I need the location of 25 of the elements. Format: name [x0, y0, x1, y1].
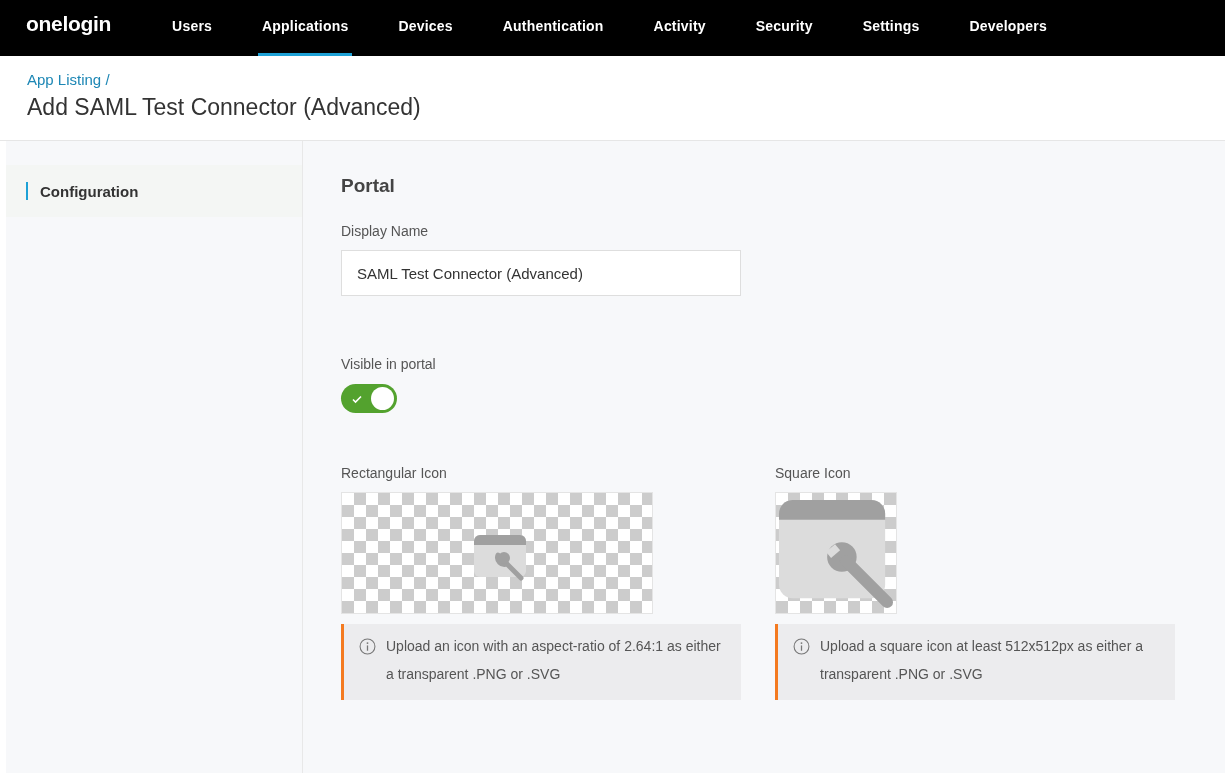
info-icon — [793, 638, 810, 655]
field-label: Square Icon — [775, 465, 852, 481]
field-label: Visible in portal — [341, 356, 437, 372]
nav-tab[interactable]: Users — [168, 0, 216, 56]
toggle-switch[interactable] — [341, 384, 397, 413]
breadcrumb-link[interactable]: App Listing / — [27, 71, 1198, 88]
nav-tab[interactable]: Activity — [649, 0, 710, 56]
icon-upload-preview[interactable] — [341, 492, 653, 614]
section-heading: Portal — [341, 175, 396, 197]
nav-tab[interactable]: Security — [751, 0, 817, 56]
field-label: Display Name — [341, 223, 430, 239]
hint-text: Upload an icon with an aspect-ratio of 2.64:1 as either a transparent .PNG or .SVG — [386, 637, 722, 684]
nav-tab[interactable]: Applications — [258, 0, 353, 56]
nav-tab[interactable]: Settings — [858, 0, 924, 56]
sidebar-item[interactable]: Configuration — [6, 165, 302, 217]
nav-tab[interactable]: Devices — [394, 0, 457, 56]
page-title: Add SAML Test Connector (Advanced) — [27, 94, 422, 121]
logo[interactable]: onelogin — [26, 0, 112, 56]
field-label: Rectangular Icon — [341, 465, 448, 481]
info-icon — [359, 638, 376, 655]
nav-tab[interactable]: Developers — [965, 0, 1051, 56]
display-name-field[interactable]: SAML Test Connector (Advanced) — [341, 250, 741, 296]
hint-text: Upload a square icon at least 512x512px as either a transparent .PNG or .SVG — [820, 637, 1144, 684]
icon-upload-preview[interactable] — [775, 492, 897, 614]
nav-tab[interactable]: Authentication — [498, 0, 608, 56]
